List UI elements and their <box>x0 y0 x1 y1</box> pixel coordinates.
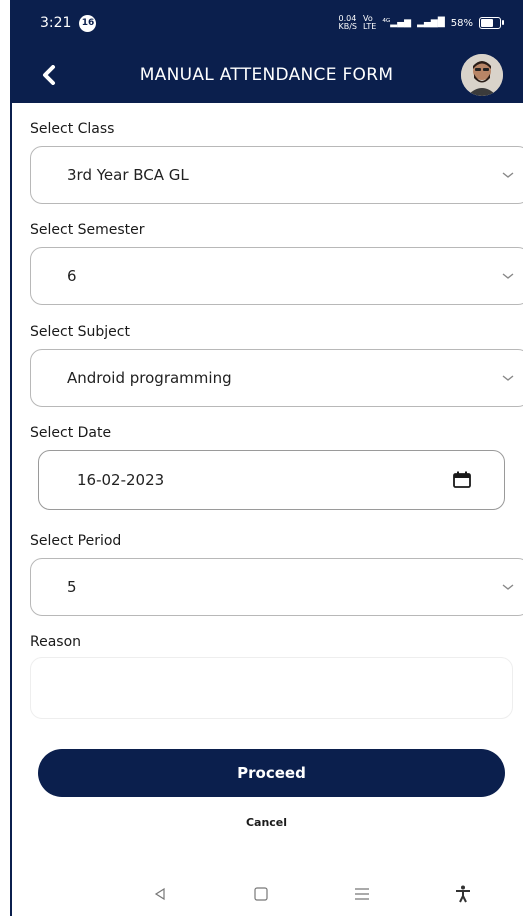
chevron-down-icon <box>502 584 514 590</box>
avatar[interactable] <box>461 53 503 96</box>
page-title: MANUAL ATTENDANCE FORM <box>139 64 394 85</box>
nav-menu-button[interactable] <box>347 879 377 909</box>
battery-percent: 58% <box>450 17 473 29</box>
signal-4g-icon: ⁴ᴳ▂▄▆ <box>382 18 412 28</box>
status-bar: 3:21 16 0.04 KB/S Vo LTE ⁴ᴳ▂▄▆ ▂▄▆█ 58% <box>10 0 523 46</box>
period-dropdown[interactable]: 5 <box>30 558 523 616</box>
chevron-down-icon <box>502 375 514 381</box>
chevron-down-icon <box>502 172 514 178</box>
proceed-button[interactable]: Proceed <box>38 749 505 797</box>
title-bar: MANUAL ATTENDANCE FORM <box>10 46 523 103</box>
system-nav-bar <box>10 872 523 916</box>
network-speed: 0.04 KB/S <box>338 14 358 31</box>
subject-dropdown[interactable]: Android programming <box>30 349 523 407</box>
accessibility-icon <box>455 885 470 903</box>
period-label: Select Period <box>30 533 122 549</box>
class-dropdown[interactable]: 3rd Year BCA GL <box>30 146 523 204</box>
chevron-left-icon <box>43 64 55 85</box>
square-home-icon <box>254 887 268 901</box>
class-label: Select Class <box>30 121 115 137</box>
subject-label: Select Subject <box>30 324 130 340</box>
calendar-icon[interactable] <box>452 471 472 489</box>
date-picker[interactable]: 16-02-2023 <box>38 450 505 510</box>
battery-icon <box>479 17 504 29</box>
status-time: 3:21 <box>40 15 72 31</box>
signal-icon: ▂▄▆█ <box>417 18 445 28</box>
back-button[interactable] <box>34 60 64 90</box>
subject-value: Android programming <box>67 369 232 387</box>
semester-value: 6 <box>67 267 77 285</box>
nav-back-button[interactable] <box>145 879 175 909</box>
triangle-back-icon <box>155 887 165 901</box>
volte-icon: Vo LTE <box>363 14 377 31</box>
app-bar: 3:21 16 0.04 KB/S Vo LTE ⁴ᴳ▂▄▆ ▂▄▆█ 58% MA… <box>10 0 523 103</box>
reason-label: Reason <box>30 634 82 650</box>
reason-input[interactable] <box>30 657 513 719</box>
accessibility-button[interactable] <box>448 879 478 909</box>
date-label: Select Date <box>30 425 112 441</box>
nav-home-button[interactable] <box>246 879 276 909</box>
semester-dropdown[interactable]: 6 <box>30 247 523 305</box>
app-screen: 3:21 16 0.04 KB/S Vo LTE ⁴ᴳ▂▄▆ ▂▄▆█ 58% MA… <box>10 0 523 916</box>
cancel-button[interactable]: Cancel <box>10 816 523 829</box>
menu-lines-icon <box>354 888 369 900</box>
chevron-down-icon <box>502 273 514 279</box>
semester-label: Select Semester <box>30 222 145 238</box>
notification-badge: 16 <box>79 14 97 32</box>
date-value: 16-02-2023 <box>77 471 165 489</box>
avatar-image <box>461 53 503 96</box>
class-value: 3rd Year BCA GL <box>67 166 189 184</box>
period-value: 5 <box>67 578 77 596</box>
